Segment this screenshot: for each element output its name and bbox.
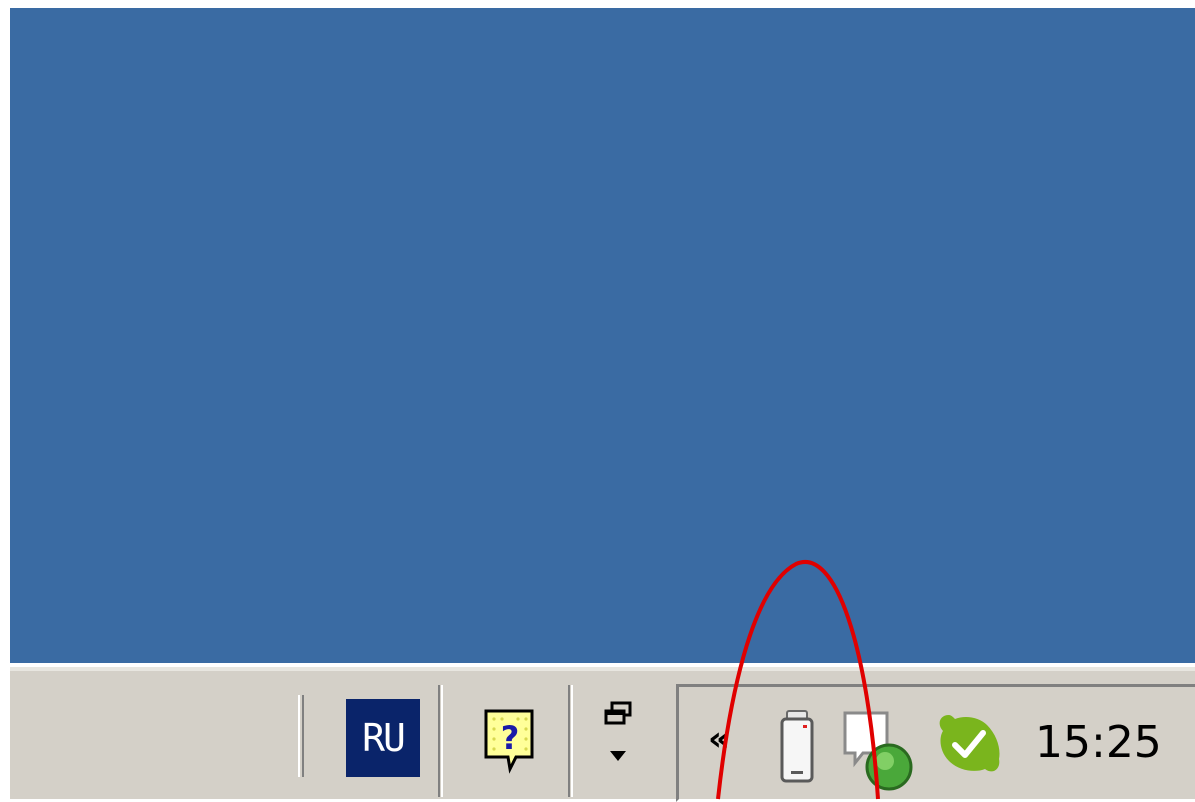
messenger-status-icon[interactable] [841,709,921,793]
toolbar-separator [568,685,573,797]
show-desktop-icon [604,701,632,761]
svg-text:?: ? [501,719,520,757]
system-tray: « 15:25 [676,684,1195,802]
taskbar-top-highlight [10,667,1195,671]
show-desktop-button[interactable] [598,697,642,777]
toolbar-grip[interactable] [298,695,304,777]
help-button[interactable]: ? [480,705,540,775]
usb-device-icon[interactable] [779,709,815,785]
taskbar: RU ? « 15:25 [10,663,1195,802]
help-question-icon: ? [484,709,534,774]
desktop-background[interactable] [10,8,1195,663]
skype-online-icon[interactable] [935,711,1003,777]
toolbar-separator [438,685,443,797]
language-indicator-button[interactable]: RU [346,699,420,777]
tray-clock[interactable]: 15:25 [1035,715,1175,771]
tray-expand-button[interactable]: « [699,719,739,759]
